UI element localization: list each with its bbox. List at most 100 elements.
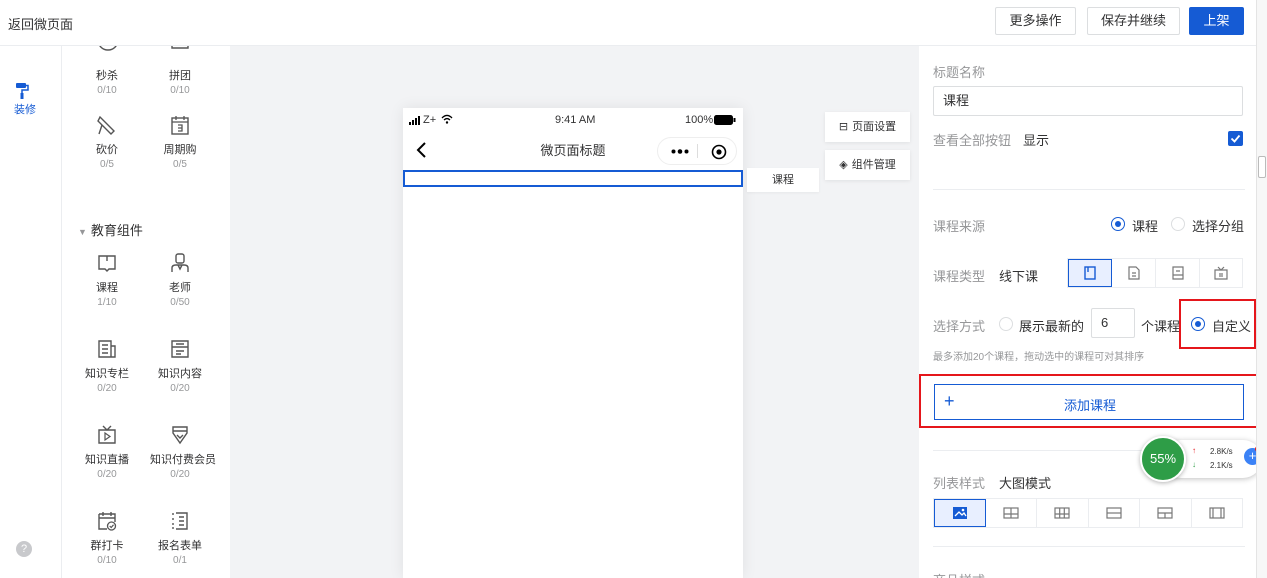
status-bar: Z+ 9:41 AM 100%	[403, 112, 743, 128]
help-icon[interactable]: ?	[16, 541, 32, 557]
memory-percent-badge: 55%	[1140, 436, 1186, 482]
course-type-value: 线下课	[999, 269, 1039, 284]
palette-item-knowledge-live[interactable]: 知识直播 0/20	[77, 424, 137, 480]
mixed-layout-icon	[1157, 507, 1173, 519]
scroll-thumb[interactable]	[1258, 156, 1266, 178]
carrier-label: Z+	[423, 114, 437, 126]
more-dots-icon[interactable]	[671, 149, 689, 154]
palette-item-group-checkin[interactable]: 群打卡 0/10	[77, 510, 137, 566]
page-settings-icon: ⊟	[838, 121, 849, 133]
offline-course-icon	[1084, 266, 1096, 280]
list-style-three-column[interactable]	[1037, 499, 1089, 527]
palette-item-bargain[interactable]: 砍价 0/5	[77, 114, 137, 170]
palette-item-teacher[interactable]: 老师 0/50	[150, 252, 210, 308]
course-type-option-3[interactable]	[1156, 259, 1200, 287]
source-group-radio[interactable]	[1171, 217, 1185, 231]
source-group-option[interactable]: 选择分组	[1192, 216, 1244, 235]
swipe-icon	[1209, 507, 1225, 519]
mini-program-capsule[interactable]	[657, 137, 737, 165]
download-speed: 2.1K/s	[1210, 461, 1233, 470]
form-icon	[172, 512, 188, 530]
status-time: 9:41 AM	[555, 114, 596, 126]
add-course-button[interactable]: + 添加课程	[934, 384, 1244, 420]
more-actions-button[interactable]: 更多操作	[995, 7, 1076, 35]
add-course-hint: 最多添加20个课程，拖动选中的课程可对其排序	[933, 352, 1145, 363]
right-edge-scrollbar[interactable]	[1256, 0, 1267, 578]
education-group-title[interactable]: ▼ 教育组件	[78, 220, 143, 239]
wifi-icon	[441, 114, 453, 124]
source-course-radio[interactable]	[1111, 217, 1125, 231]
membership-icon	[172, 426, 188, 445]
palette-item-knowledge-content[interactable]: 知识内容 0/20	[150, 338, 210, 394]
download-arrow-icon: ↓	[1192, 460, 1196, 469]
course-type-label: 课程类型	[933, 269, 986, 284]
top-bar: 返回微页面 更多操作 保存并继续 上架	[0, 0, 1267, 46]
video-icon	[1214, 266, 1228, 280]
view-all-checkbox[interactable]	[1228, 131, 1243, 146]
decorate-label[interactable]: 装修	[14, 101, 36, 117]
bargain-icon	[97, 115, 115, 135]
section-divider	[933, 546, 1245, 547]
select-latest-prefix: 展示最新的	[1019, 319, 1085, 334]
latest-count-input[interactable]: 6	[1091, 308, 1135, 338]
battery-percent: 100%	[685, 114, 714, 126]
source-course-option[interactable]: 课程	[1132, 216, 1158, 235]
book-icon	[98, 255, 116, 272]
page-settings-button[interactable]: ⊟ 页面设置	[825, 112, 910, 142]
big-image-icon	[953, 507, 967, 519]
title-name-label: 标题名称	[933, 65, 986, 80]
two-column-icon	[1003, 507, 1019, 519]
selected-course-component[interactable]	[403, 170, 743, 187]
article-icon	[1128, 266, 1140, 280]
product-style-label: 商品样式	[933, 570, 985, 578]
title-name-input[interactable]: 课程	[933, 86, 1243, 116]
upload-arrow-icon: ↑	[1192, 446, 1196, 455]
phone-nav-bar: 微页面标题	[403, 130, 743, 170]
column-icon	[98, 340, 116, 358]
signal-icon	[409, 116, 420, 125]
list-style-selector	[933, 498, 1243, 528]
audio-icon	[1172, 266, 1184, 280]
palette-item-signup-form[interactable]: 报名表单 0/1	[150, 510, 210, 566]
close-target-icon[interactable]	[711, 144, 727, 160]
select-latest-suffix: 个课程	[1141, 319, 1181, 334]
list-style-swipe[interactable]	[1192, 499, 1242, 527]
list-style-two-column[interactable]	[986, 499, 1037, 527]
component-tag-course[interactable]: 课程	[747, 168, 819, 192]
component-palette: 秒杀 0/10 拼团 0/10 砍价 0/5 周期购 0/5 ▼ 教育组件 课程 …	[62, 46, 230, 578]
course-type-option-2[interactable]	[1112, 259, 1156, 287]
course-type-option-4[interactable]	[1200, 259, 1242, 287]
network-speed-widget[interactable]: 55% ↑ 2.8K/s ↓ 2.1K/s +	[1140, 436, 1264, 482]
calendar-icon	[171, 116, 189, 135]
palette-item-group-buy[interactable]: 拼团 0/10	[150, 62, 210, 96]
back-to-micropage-link[interactable]: 返回微页面	[8, 14, 73, 33]
collapse-triangle-icon: ▼	[78, 227, 87, 237]
palette-item-paid-membership[interactable]: 知识付费会员 0/20	[150, 424, 216, 480]
list-style-detail-list[interactable]	[1089, 499, 1140, 527]
checkin-calendar-icon	[98, 512, 117, 531]
select-latest-radio[interactable]	[999, 317, 1013, 331]
layers-icon: ◈	[839, 159, 848, 171]
select-method-label: 选择方式	[933, 319, 986, 334]
list-style-mixed[interactable]	[1140, 499, 1192, 527]
checkmark-icon	[1230, 134, 1241, 143]
save-and-continue-button[interactable]: 保存并继续	[1087, 7, 1180, 35]
course-source-label: 课程来源	[933, 219, 986, 234]
palette-item-knowledge-column[interactable]: 知识专栏 0/20	[77, 338, 137, 394]
list-style-big-image[interactable]	[934, 499, 986, 527]
component-manage-button[interactable]: ◈ 组件管理	[825, 150, 910, 180]
three-column-icon	[1054, 507, 1070, 519]
publish-button[interactable]: 上架	[1189, 7, 1244, 35]
palette-item-cycle-buy[interactable]: 周期购 0/5	[150, 114, 210, 170]
palette-item-course[interactable]: 课程 1/10	[77, 252, 137, 308]
group-buy-icon	[171, 46, 189, 49]
palette-item-seckill[interactable]: 秒杀 0/10	[77, 62, 137, 96]
phone-preview: Z+ 9:41 AM 100% 微页面标题	[403, 108, 743, 578]
section-divider	[933, 189, 1245, 190]
detail-list-icon	[1106, 507, 1122, 519]
tv-icon	[98, 425, 116, 444]
content-icon	[171, 340, 189, 358]
upload-speed: 2.8K/s	[1210, 447, 1233, 456]
course-type-option-1[interactable]	[1068, 259, 1112, 287]
list-style-label: 列表样式	[933, 476, 986, 491]
